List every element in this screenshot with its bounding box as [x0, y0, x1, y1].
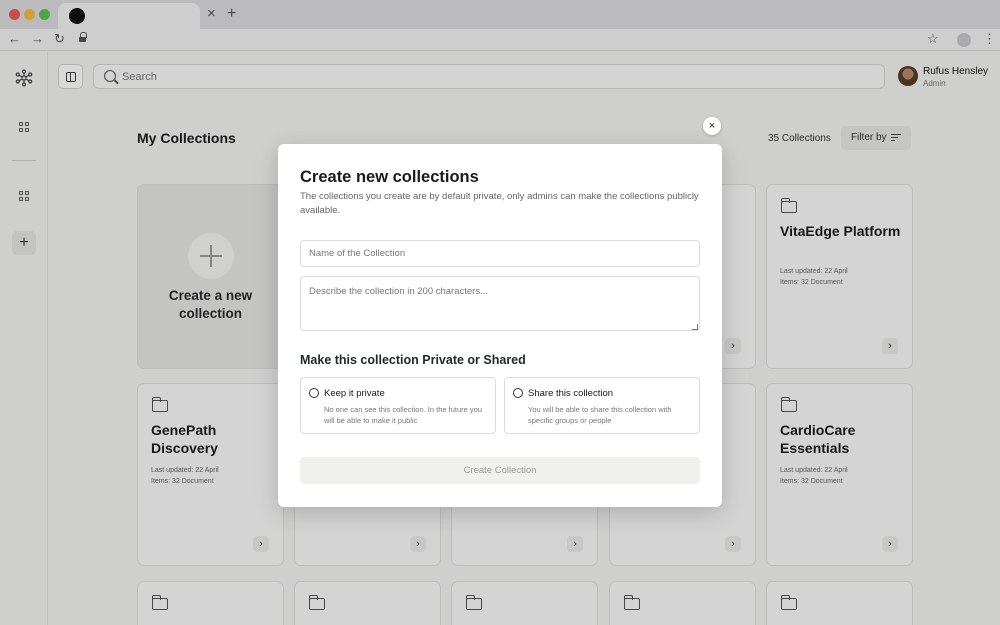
private-option[interactable]: Keep it private No one can see this coll… — [300, 377, 496, 434]
share-option-description: You will be able to share this collectio… — [528, 405, 672, 425]
share-radio[interactable] — [513, 388, 523, 398]
collection-name-input[interactable] — [300, 240, 700, 267]
private-radio[interactable] — [309, 388, 319, 398]
modal-close-button[interactable]: × — [703, 117, 721, 135]
modal-title: Create new collections — [300, 168, 479, 186]
private-option-label: Keep it private — [324, 388, 385, 399]
modal-description: The collections you create are by defaul… — [300, 191, 699, 216]
visibility-section-title: Make this collection Private or Shared — [300, 353, 526, 367]
collection-description-input[interactable] — [300, 276, 700, 331]
share-option[interactable]: Share this collection You will be able t… — [504, 377, 700, 434]
create-collection-button[interactable]: Create Collection — [300, 457, 700, 484]
private-option-description: No one can see this collection. In the f… — [324, 405, 483, 425]
create-collection-modal: Create new collections The collections y… — [278, 144, 722, 507]
share-option-label: Share this collection — [528, 388, 614, 399]
resize-handle-icon[interactable] — [692, 324, 698, 330]
